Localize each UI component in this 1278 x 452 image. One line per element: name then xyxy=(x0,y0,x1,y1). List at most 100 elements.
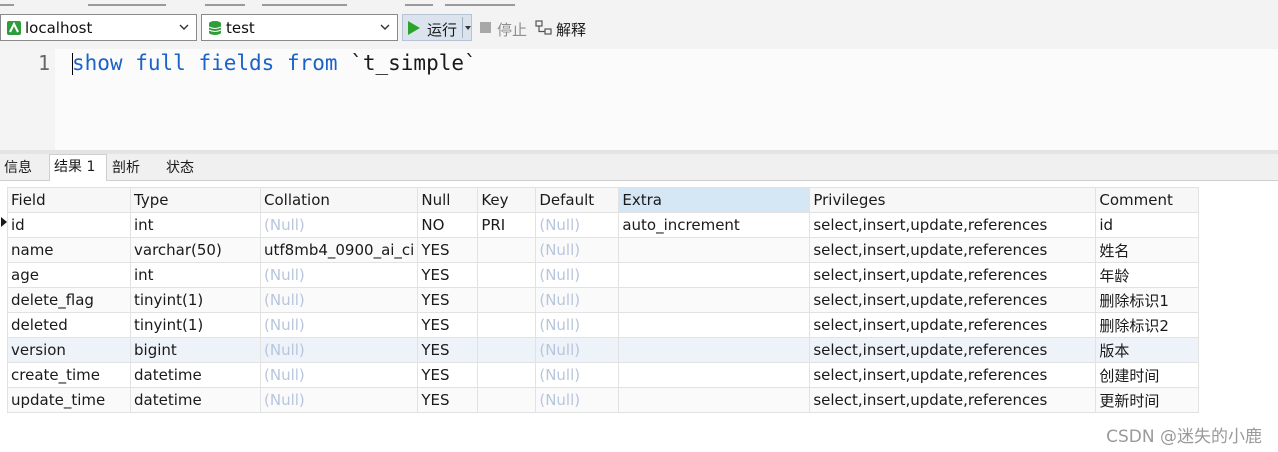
cell-privileges[interactable]: select,insert,update,references xyxy=(809,387,1097,413)
column-header-privileges[interactable]: Privileges xyxy=(809,187,1097,213)
cell-null[interactable]: YES xyxy=(417,387,479,413)
cell-null[interactable]: YES xyxy=(417,237,479,263)
cell-key[interactable] xyxy=(477,387,537,413)
cell-extra[interactable] xyxy=(618,287,811,313)
column-header-extra[interactable]: Extra xyxy=(618,187,811,213)
cell-key[interactable]: PRI xyxy=(477,212,537,238)
tab-info[interactable]: 信息 xyxy=(0,156,36,181)
cell-collation[interactable]: (Null) xyxy=(259,387,419,413)
explain-button[interactable]: 解释 xyxy=(556,19,586,40)
column-header-null[interactable]: Null xyxy=(417,187,479,213)
cell-field[interactable]: delete_flag xyxy=(7,287,131,313)
cell-default[interactable]: (Null) xyxy=(535,362,620,388)
cell-field[interactable]: age xyxy=(7,262,131,288)
database-select[interactable]: test xyxy=(201,14,398,41)
cell-collation[interactable]: (Null) xyxy=(259,287,419,313)
column-header-collation[interactable]: Collation xyxy=(259,187,419,213)
cell-privileges[interactable]: select,insert,update,references xyxy=(809,312,1097,338)
cell-extra[interactable] xyxy=(618,387,811,413)
cell-null[interactable]: YES xyxy=(417,262,479,288)
cell-type[interactable]: tinyint(1) xyxy=(130,312,261,338)
cell-type[interactable]: bigint xyxy=(130,337,261,363)
cell-field[interactable]: create_time xyxy=(7,362,131,388)
cell-collation[interactable]: (Null) xyxy=(259,362,419,388)
tab-status[interactable]: 状态 xyxy=(162,156,198,181)
cell-field[interactable]: deleted xyxy=(7,312,131,338)
cell-default[interactable]: (Null) xyxy=(535,212,620,238)
sql-editor[interactable]: 1 show full fields from `t_simple` xyxy=(0,49,1278,150)
cell-default[interactable]: (Null) xyxy=(535,287,620,313)
cell-null[interactable]: YES xyxy=(417,362,479,388)
cell-comment[interactable]: 创建时间 xyxy=(1095,362,1200,388)
cell-privileges[interactable]: select,insert,update,references xyxy=(809,237,1097,263)
cell-key[interactable] xyxy=(477,362,537,388)
stop-button[interactable]: 停止 xyxy=(497,19,527,40)
column-header-default[interactable]: Default xyxy=(535,187,620,213)
table-row[interactable]: id int (Null) NO PRI (Null) auto_increment sele… xyxy=(7,212,1200,238)
cell-type[interactable]: int xyxy=(130,212,261,238)
column-header-type[interactable]: Type xyxy=(130,187,261,213)
table-row[interactable]: deleted tinyint(1) (Null) YES (Null) select,i… xyxy=(7,312,1200,338)
connection-select[interactable]: localhost xyxy=(0,14,197,41)
cell-comment[interactable]: id xyxy=(1095,212,1200,238)
column-header-comment[interactable]: Comment xyxy=(1095,187,1200,213)
cell-key[interactable] xyxy=(477,287,537,313)
cell-collation[interactable]: (Null) xyxy=(259,212,419,238)
cell-default[interactable]: (Null) xyxy=(535,387,620,413)
column-header-field[interactable]: Field xyxy=(7,187,131,213)
cell-comment[interactable]: 删除标识1 xyxy=(1095,287,1200,313)
cell-collation[interactable]: utf8mb4_0900_ai_ci xyxy=(259,237,419,263)
cell-null[interactable]: YES xyxy=(417,287,479,313)
cell-collation[interactable]: (Null) xyxy=(259,337,419,363)
cell-comment[interactable]: 删除标识2 xyxy=(1095,312,1200,338)
run-dropdown-icon[interactable] xyxy=(465,26,471,30)
cell-key[interactable] xyxy=(477,312,537,338)
cell-default[interactable]: (Null) xyxy=(535,262,620,288)
cell-extra[interactable] xyxy=(618,262,811,288)
cell-field[interactable]: version xyxy=(7,337,131,363)
cell-collation[interactable]: (Null) xyxy=(259,262,419,288)
sql-code-line[interactable]: show full fields from `t_simple` xyxy=(72,49,477,77)
cell-default[interactable]: (Null) xyxy=(535,337,620,363)
cell-extra[interactable] xyxy=(618,337,811,363)
column-header-key[interactable]: Key xyxy=(477,187,537,213)
cell-type[interactable]: varchar(50) xyxy=(130,237,261,263)
cell-null[interactable]: YES xyxy=(417,312,479,338)
cell-extra[interactable] xyxy=(618,237,811,263)
table-row[interactable]: update_time datetime (Null) YES (Null) select… xyxy=(7,387,1200,413)
cell-default[interactable]: (Null) xyxy=(535,312,620,338)
cell-privileges[interactable]: select,insert,update,references xyxy=(809,337,1097,363)
cell-key[interactable] xyxy=(477,237,537,263)
tab-result-1[interactable]: 结果 1 xyxy=(49,154,107,181)
cell-key[interactable] xyxy=(477,337,537,363)
table-row[interactable]: delete_flag tinyint(1) (Null) YES (Null) sele… xyxy=(7,287,1200,313)
cell-comment[interactable]: 版本 xyxy=(1095,337,1200,363)
cell-key[interactable] xyxy=(477,262,537,288)
cell-comment[interactable]: 年龄 xyxy=(1095,262,1200,288)
cell-type[interactable]: datetime xyxy=(130,362,261,388)
cell-extra[interactable] xyxy=(618,312,811,338)
cell-privileges[interactable]: select,insert,update,references xyxy=(809,362,1097,388)
table-row[interactable]: age int (Null) YES (Null) select,insert,updat… xyxy=(7,262,1200,288)
cell-field[interactable]: update_time xyxy=(7,387,131,413)
run-button[interactable]: 运行 xyxy=(402,14,472,41)
cell-extra[interactable]: auto_increment xyxy=(618,212,811,238)
cell-privileges[interactable]: select,insert,update,references xyxy=(809,287,1097,313)
cell-comment[interactable]: 更新时间 xyxy=(1095,387,1200,413)
cell-privileges[interactable]: select,insert,update,references xyxy=(809,262,1097,288)
cell-default[interactable]: (Null) xyxy=(535,237,620,263)
cell-collation[interactable]: (Null) xyxy=(259,312,419,338)
cell-null[interactable]: YES xyxy=(417,337,479,363)
cell-type[interactable]: datetime xyxy=(130,387,261,413)
cell-field[interactable]: id xyxy=(7,212,131,238)
table-row[interactable]: create_time datetime (Null) YES (Null) select… xyxy=(7,362,1200,388)
table-row[interactable]: name varchar(50) utf8mb4_0900_ai_ci YES (Nul… xyxy=(7,237,1200,263)
cell-type[interactable]: int xyxy=(130,262,261,288)
cell-extra[interactable] xyxy=(618,362,811,388)
cell-privileges[interactable]: select,insert,update,references xyxy=(809,212,1097,238)
table-row[interactable]: version bigint (Null) YES (Null) select,inser… xyxy=(7,337,1200,363)
cell-comment[interactable]: 姓名 xyxy=(1095,237,1200,263)
cell-type[interactable]: tinyint(1) xyxy=(130,287,261,313)
tab-profile[interactable]: 剖析 xyxy=(108,156,144,181)
cell-null[interactable]: NO xyxy=(417,212,479,238)
